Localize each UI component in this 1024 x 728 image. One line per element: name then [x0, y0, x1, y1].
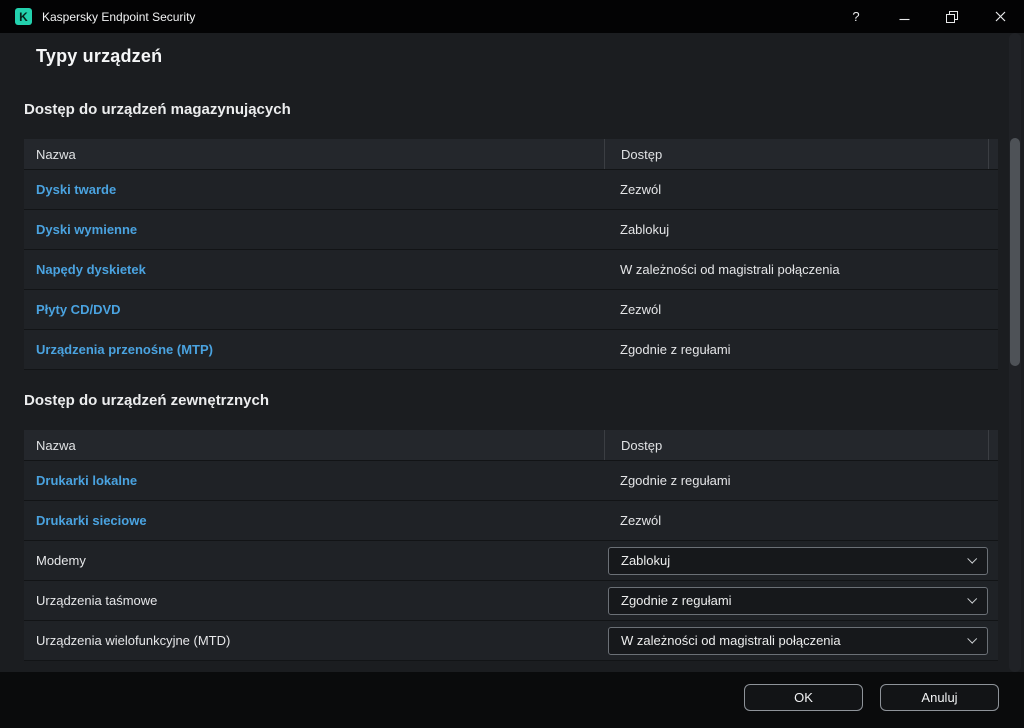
access-cell: W zależności od magistrali połączenia [604, 250, 998, 289]
access-cell: Zezwól [604, 170, 998, 209]
access-value: Zgodnie z regułami [620, 342, 731, 357]
window-title: Kaspersky Endpoint Security [42, 10, 195, 24]
table-row: Urządzenia przenośne (MTP) Zgodnie z regu… [24, 330, 998, 370]
access-value: Zezwól [620, 513, 661, 528]
dropdown-selected-value: Zablokuj [621, 553, 670, 568]
vertical-scrollbar[interactable] [1009, 33, 1021, 672]
footer-bar: OK Anuluj [0, 672, 1024, 728]
access-cell: Zezwól [604, 501, 998, 540]
device-link[interactable]: Drukarki sieciowe [36, 513, 147, 528]
access-value: W zależności od magistrali połączenia [620, 262, 840, 277]
table-row: Płyty CD/DVD Zezwól [24, 290, 998, 330]
access-cell: Zgodnie z regułami [604, 461, 998, 500]
minimize-icon [899, 11, 910, 22]
external-devices-table: Nazwa Dostęp Drukarki lokalne Zgodnie z r… [24, 430, 998, 661]
access-value: Zgodnie z regułami [620, 473, 731, 488]
device-name-cell: Płyty CD/DVD [24, 290, 604, 329]
device-name-cell: Urządzenia przenośne (MTP) [24, 330, 604, 369]
dropdown-selected-value: Zgodnie z regułami [621, 593, 732, 608]
table-row: Dyski wymienne Zablokuj [24, 210, 998, 250]
table-row: Urządzenia taśmowe Zgodnie z regułami [24, 581, 998, 621]
device-name-cell: Drukarki sieciowe [24, 501, 604, 540]
minimize-button[interactable] [880, 0, 928, 33]
access-cell: Zezwól [604, 290, 998, 329]
column-header-access: Dostęp [604, 139, 988, 169]
device-name-cell: Urządzenia wielofunkcyjne (MTD) [24, 621, 604, 660]
device-name-cell: Napędy dyskietek [24, 250, 604, 289]
title-bar[interactable]: K Kaspersky Endpoint Security ? [0, 0, 1024, 33]
table-row: Drukarki sieciowe Zezwól [24, 501, 998, 541]
restore-icon [946, 11, 958, 23]
access-value: Zezwól [620, 302, 661, 317]
column-header-filler [988, 430, 998, 460]
chevron-down-icon [967, 633, 977, 643]
scrollbar-thumb[interactable] [1010, 138, 1020, 366]
access-value: Zablokuj [620, 222, 669, 237]
access-cell: Zgodnie z regułami [604, 330, 998, 369]
table-header-row: Nazwa Dostęp [24, 430, 998, 461]
access-cell: Zablokuj [604, 210, 998, 249]
device-link[interactable]: Napędy dyskietek [36, 262, 146, 277]
column-header-access: Dostęp [604, 430, 988, 460]
table-header-row: Nazwa Dostęp [24, 139, 998, 170]
column-header-name: Nazwa [24, 430, 604, 460]
access-dropdown[interactable]: Zgodnie z regułami [608, 587, 988, 615]
dropdown-selected-value: W zależności od magistrali połączenia [621, 633, 841, 648]
section-heading-storage: Dostęp do urządzeń magazynujących [24, 101, 291, 118]
chevron-down-icon [967, 593, 977, 603]
access-dropdown[interactable]: Zablokuj [608, 547, 988, 575]
ok-button[interactable]: OK [744, 684, 863, 711]
cancel-button[interactable]: Anuluj [880, 684, 999, 711]
device-link[interactable]: Urządzenia przenośne (MTP) [36, 342, 213, 357]
device-name-cell: Urządzenia taśmowe [24, 581, 604, 620]
device-name-cell: Modemy [24, 541, 604, 580]
kaspersky-logo-icon: K [15, 8, 32, 25]
close-icon [995, 11, 1006, 22]
device-link[interactable]: Dyski wymienne [36, 222, 137, 237]
access-cell: Zgodnie z regułami [604, 581, 998, 620]
device-link[interactable]: Drukarki lokalne [36, 473, 137, 488]
close-button[interactable] [976, 0, 1024, 33]
page-title: Typy urządzeń [36, 46, 162, 67]
column-header-filler [988, 139, 998, 169]
storage-devices-table: Nazwa Dostęp Dyski twarde Zezwól Dyski wym… [24, 139, 998, 370]
device-label: Urządzenia taśmowe [36, 593, 157, 608]
chevron-down-icon [967, 553, 977, 563]
access-cell: Zablokuj [604, 541, 998, 580]
table-body: Drukarki lokalneZgodnie z regułamiDrukar… [24, 461, 998, 661]
maximize-button[interactable] [928, 0, 976, 33]
table-row: Urządzenia wielofunkcyjne (MTD) W zależno… [24, 621, 998, 661]
help-button[interactable]: ? [832, 0, 880, 33]
device-name-cell: Dyski twarde [24, 170, 604, 209]
device-name-cell: Dyski wymienne [24, 210, 604, 249]
access-cell: W zależności od magistrali połączenia [604, 621, 998, 660]
access-value: Zezwól [620, 182, 661, 197]
device-label: Modemy [36, 553, 86, 568]
access-dropdown[interactable]: W zależności od magistrali połączenia [608, 627, 988, 655]
table-row: Dyski twarde Zezwól [24, 170, 998, 210]
section-heading-external: Dostęp do urządzeń zewnętrznych [24, 392, 269, 409]
device-name-cell: Drukarki lokalne [24, 461, 604, 500]
column-header-name: Nazwa [24, 139, 604, 169]
device-link[interactable]: Płyty CD/DVD [36, 302, 121, 317]
table-row: Modemy Zablokuj [24, 541, 998, 581]
device-link[interactable]: Dyski twarde [36, 182, 116, 197]
table-row: Napędy dyskietek W zależności od magistra… [24, 250, 998, 290]
table-row: Drukarki lokalne Zgodnie z regułami [24, 461, 998, 501]
device-label: Urządzenia wielofunkcyjne (MTD) [36, 633, 230, 648]
table-body: Dyski twarde Zezwól Dyski wymienne Zablokuj… [24, 170, 998, 370]
